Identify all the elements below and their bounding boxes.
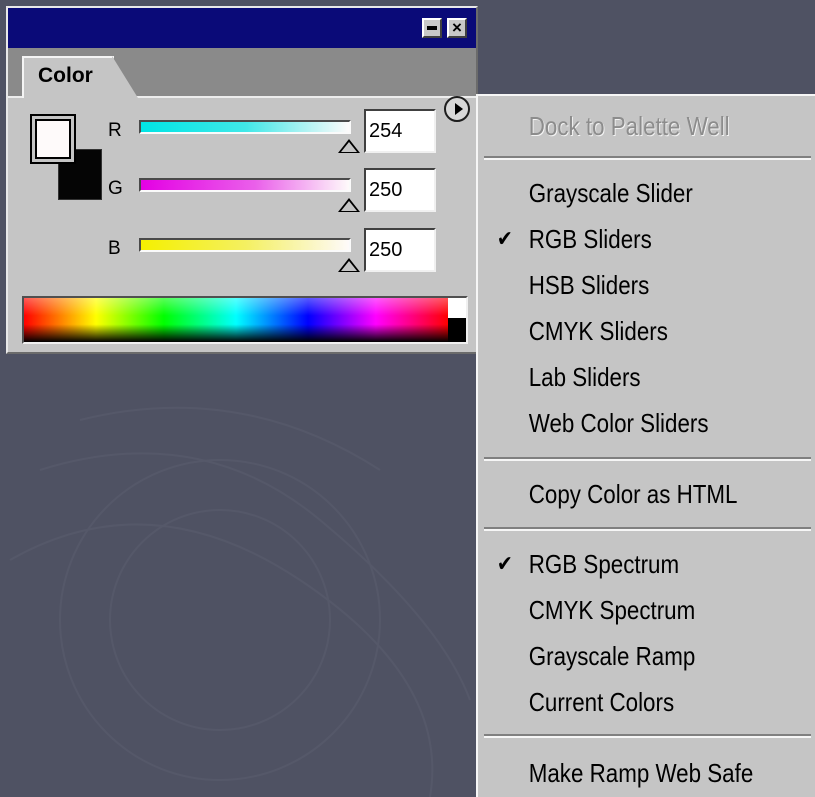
red-slider[interactable]: [139, 120, 351, 134]
menu-item-lab-sliders[interactable]: Lab Sliders: [478, 355, 768, 399]
menu-item-dock-to-palette-well: Dock to Palette Well: [478, 104, 768, 148]
green-slider-thumb[interactable]: [338, 198, 360, 212]
checkmark-icon: ✔: [496, 226, 513, 251]
menu-item-rgb-spectrum[interactable]: ✔ RGB Spectrum: [478, 542, 768, 586]
menu-item-label: Grayscale Ramp: [528, 641, 696, 671]
menu-item-cmyk-sliders[interactable]: CMYK Sliders: [478, 309, 768, 353]
menu-item-label: Grayscale Slider: [528, 178, 693, 208]
menu-separator: [484, 527, 811, 531]
menu-item-make-ramp-web-safe[interactable]: Make Ramp Web Safe: [478, 751, 768, 795]
menu-item-label: Web Color Sliders: [528, 408, 709, 438]
menu-item-grayscale-ramp[interactable]: Grayscale Ramp: [478, 634, 768, 678]
color-spectrum-bar[interactable]: [22, 296, 468, 344]
channel-label-b: B: [108, 238, 121, 259]
menu-item-label: RGB Spectrum: [528, 549, 680, 579]
menu-item-label: CMYK Sliders: [528, 316, 668, 346]
palette-flyout-menu: Dock to Palette Well Grayscale Slider ✔ …: [476, 94, 815, 797]
menu-item-current-colors[interactable]: Current Colors: [478, 680, 768, 724]
palette-menu-arrow-icon[interactable]: [444, 96, 470, 122]
red-value-field[interactable]: 254: [364, 109, 436, 153]
tab-color-edge: [112, 56, 138, 98]
menu-item-label: Dock to Palette Well: [528, 111, 730, 141]
menu-item-web-color-sliders[interactable]: Web Color Sliders: [478, 401, 768, 445]
menu-item-label: Lab Sliders: [528, 362, 641, 392]
menu-item-label: CMYK Spectrum: [528, 595, 696, 625]
menu-item-label: RGB Sliders: [528, 224, 652, 254]
foreground-color-swatch[interactable]: [30, 114, 76, 164]
red-slider-thumb[interactable]: [338, 139, 360, 153]
close-icon[interactable]: ×: [447, 18, 467, 38]
menu-item-grayscale-slider[interactable]: Grayscale Slider: [478, 171, 768, 215]
blue-slider[interactable]: [139, 238, 351, 252]
menu-separator: [484, 457, 811, 461]
checkmark-icon: ✔: [496, 551, 513, 576]
channel-label-g: G: [108, 178, 123, 199]
blue-slider-thumb[interactable]: [338, 258, 360, 272]
menu-separator: [484, 734, 811, 738]
menu-item-cmyk-spectrum[interactable]: CMYK Spectrum: [478, 588, 768, 632]
menu-item-label: Current Colors: [528, 687, 675, 717]
green-slider[interactable]: [139, 178, 351, 192]
menu-item-label: HSB Sliders: [528, 270, 650, 300]
menu-item-rgb-sliders[interactable]: ✔ RGB Sliders: [478, 217, 768, 261]
menu-item-hsb-sliders[interactable]: HSB Sliders: [478, 263, 768, 307]
palette-tab-strip: Color: [8, 48, 476, 122]
color-palette-window: × Color R 254 G 250 B 250: [6, 6, 478, 354]
minimize-icon[interactable]: [422, 18, 442, 38]
menu-item-label: Make Ramp Web Safe: [528, 758, 754, 788]
palette-title-bar[interactable]: ×: [8, 8, 476, 48]
green-value-field[interactable]: 250: [364, 168, 436, 212]
tab-color[interactable]: Color: [22, 56, 114, 98]
rgb-spectrum[interactable]: [24, 298, 448, 342]
spectrum-white-swatch[interactable]: [448, 298, 466, 318]
channel-label-r: R: [108, 120, 122, 141]
menu-item-copy-color-as-html[interactable]: Copy Color as HTML: [478, 472, 768, 516]
spectrum-black-swatch[interactable]: [448, 318, 466, 342]
blue-value-field[interactable]: 250: [364, 228, 436, 272]
menu-separator: [484, 156, 811, 160]
menu-item-label: Copy Color as HTML: [528, 479, 738, 509]
